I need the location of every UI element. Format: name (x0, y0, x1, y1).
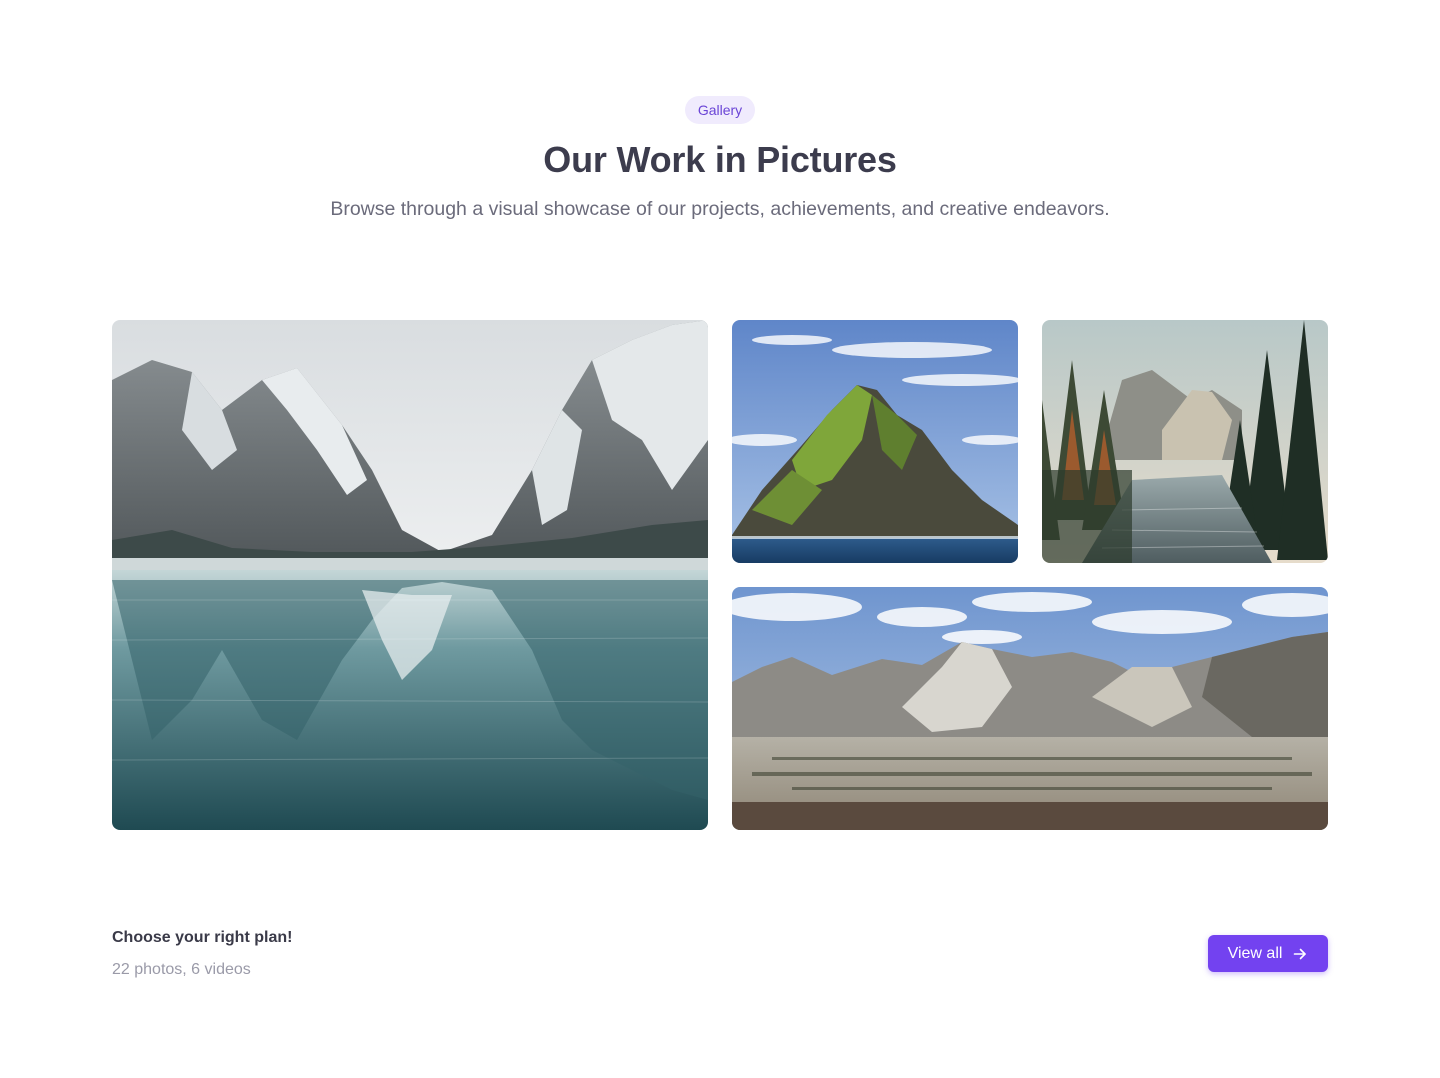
photo-mountain-range-panorama[interactable] (732, 587, 1328, 830)
page-subtitle: Browse through a visual showcase of our … (330, 198, 1110, 220)
arrow-right-icon (1294, 948, 1307, 959)
gallery-footer-title: Choose your right plan! (112, 929, 293, 946)
page-title: Our Work in Pictures (543, 139, 897, 180)
gallery-header: Gallery Our Work in Pictures Browse thro… (0, 96, 1440, 222)
view-all-label: View all (1227, 944, 1283, 962)
gallery-badge: Gallery (684, 96, 756, 124)
photo-forest-river[interactable] (1042, 320, 1328, 563)
photo-green-rocky-island[interactable] (732, 320, 1018, 563)
gallery-media-count: 22 photos, 6 videos (112, 961, 251, 978)
photo-gallery (112, 320, 1328, 830)
photo-snowy-mountain-lake[interactable] (112, 320, 708, 830)
view-all-button[interactable]: View all (1208, 935, 1328, 972)
